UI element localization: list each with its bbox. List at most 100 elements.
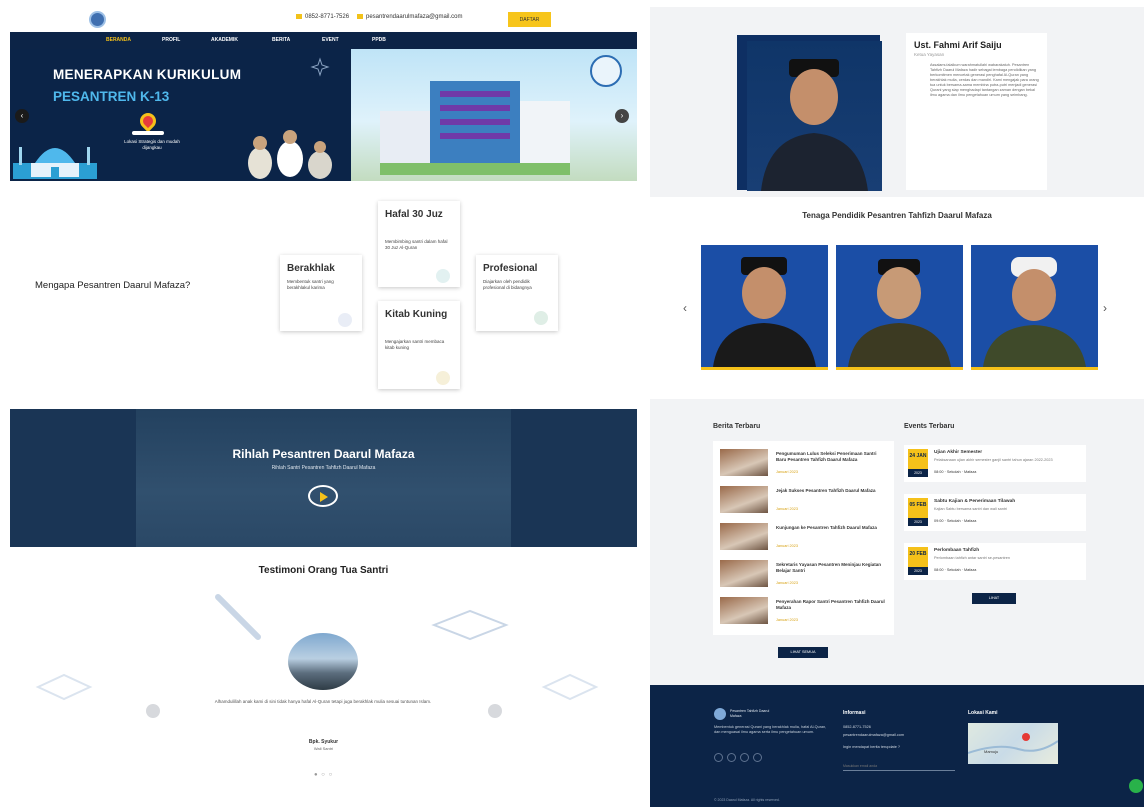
nav-item-profil[interactable]: PROFIL xyxy=(162,37,180,43)
testimonial-prev-button[interactable] xyxy=(146,704,160,718)
event-item[interactable]: 20 FEB 2023 Perlombaan Tahfizh Perlombaan… xyxy=(904,543,1086,580)
testimonial-title: Testimoni Orang Tua Santri xyxy=(258,565,389,576)
news-item[interactable]: Kunjungan ke Pesantren Tahfizh Daarul Ma… xyxy=(720,523,890,555)
nav-item-beranda[interactable]: BERANDA xyxy=(106,37,131,43)
news-item[interactable]: Penyerahan Rapor Santri Pesantren Tahfiz… xyxy=(720,597,890,629)
news-date: Januari 2023 xyxy=(776,544,798,548)
nav-item-ppdb[interactable]: PPDB xyxy=(372,37,386,43)
event-year: 2023 xyxy=(908,567,928,575)
location-pin-icon xyxy=(136,109,160,133)
news-item[interactable]: Sekretaris Yayasan Pesantren Meninjau Ke… xyxy=(720,560,890,592)
staff-prev-button[interactable]: ‹ xyxy=(683,301,687,315)
news-item[interactable]: Jejak Sukses Pesantren Tahfizh Daarul Ma… xyxy=(720,486,890,518)
staff-card[interactable] xyxy=(971,245,1098,370)
footer-logo-icon xyxy=(714,708,726,720)
event-day: 24 JAN xyxy=(909,453,927,459)
quran-icon xyxy=(436,269,450,283)
news-thumbnail xyxy=(720,560,768,587)
staff-next-button[interactable]: › xyxy=(1103,301,1107,315)
staff-card[interactable] xyxy=(701,245,828,370)
event-day: 20 FEB xyxy=(909,551,927,557)
teacher-icon xyxy=(534,311,548,325)
footer-phone[interactable]: 0852-8771-7526 xyxy=(843,725,871,729)
star-decoration-icon xyxy=(310,57,330,77)
main-nav: BERANDA PROFIL AKADEMIK BERITA EVENT PPD… xyxy=(10,32,637,49)
event-desc: Pelaksanaan ujian akhir semester ganjil … xyxy=(934,458,1053,462)
news-see-all-button[interactable]: LIHAT SEMUA xyxy=(778,647,828,658)
event-desc: Kajian Sabtu bersama santri dan wali san… xyxy=(934,507,1008,511)
footer-brand: Pesantren Tahfizh Daarul Mafaza xyxy=(730,709,770,718)
location-pin-base xyxy=(132,131,164,135)
testimonial-name: Bpk. Syukur xyxy=(308,739,339,745)
testimonial-next-button[interactable] xyxy=(488,704,502,718)
play-icon xyxy=(320,492,328,502)
news-title: Penyerahan Rapor Santri Pesantren Tahfiz… xyxy=(776,599,885,610)
nav-item-berita[interactable]: BERITA xyxy=(272,37,290,43)
news-date: Januari 2023 xyxy=(776,618,798,622)
footer-newsletter-question: Ingin mendapat berita terupdate ? xyxy=(843,745,900,749)
nav-item-akademik[interactable]: AKADEMIK xyxy=(211,37,238,43)
news-thumbnail xyxy=(720,523,768,550)
testimonial-quote: Alhamdulillah anak kami di sini tidak ha… xyxy=(214,699,432,704)
event-title: Ujian Akhir Semester xyxy=(934,450,983,455)
news-list: Pengumuman Lulus Seleksi Penerimaan Sant… xyxy=(713,441,894,635)
youtube-icon[interactable] xyxy=(753,753,762,762)
video-subtitle: Rihlah Santri Pesantren Tahfizh Daarul M… xyxy=(271,465,376,471)
top-bar: 0852-8771-7526 pesantrendaarulmafaza@gma… xyxy=(10,8,637,32)
feature-card-title: Kitab Kuning xyxy=(385,309,448,320)
whatsapp-chat-icon[interactable] xyxy=(1129,779,1143,793)
feature-card-title: Profesional xyxy=(483,263,538,274)
feature-card-berakhlak: Berakhlak Membentuk santri yang berakhla… xyxy=(280,255,362,331)
register-button[interactable]: DAFTAR xyxy=(508,12,551,27)
santri-illustration-icon xyxy=(248,130,332,179)
play-button[interactable] xyxy=(308,485,338,507)
news-item[interactable]: Pengumuman Lulus Seleksi Penerimaan Sant… xyxy=(720,449,890,481)
news-thumbnail xyxy=(720,449,768,476)
twitter-icon[interactable] xyxy=(727,753,736,762)
slider-next-button[interactable]: › xyxy=(615,109,629,123)
leader-message: Assalamu'alaikum warahmatullahi wabaraka… xyxy=(930,63,1039,97)
footer-email[interactable]: pesantrendaarulmafaza@gmail.com xyxy=(843,733,904,737)
slider-prev-button[interactable]: ‹ xyxy=(15,109,29,123)
events-see-all-button[interactable]: LIHAT xyxy=(972,593,1016,604)
page: 0852-8771-7526 pesantrendaarulmafaza@gma… xyxy=(0,0,1144,807)
news-thumbnail xyxy=(720,597,768,624)
leader-name: Ust. Fahmi Arif Saiju xyxy=(914,40,1002,50)
instagram-icon[interactable] xyxy=(740,753,749,762)
footer-copyright: © 2023 Daarul Mafaza. All rights reserve… xyxy=(714,798,780,802)
event-title: Perlombaan Tahfizh xyxy=(934,548,980,553)
testimonial-section: Testimoni Orang Tua Santri Alhamdulillah… xyxy=(10,547,637,807)
feature-card-profesional: Profesional Diajarkan oleh pendidik prof… xyxy=(476,255,558,331)
topbar-email[interactable]: pesantrendaarulmafaza@gmail.com xyxy=(357,14,462,20)
event-item[interactable]: 24 JAN 2023 Ujian Akhir Semester Pelaksan… xyxy=(904,445,1086,482)
akhlak-icon xyxy=(338,313,352,327)
newsletter-email-input[interactable] xyxy=(843,762,955,771)
footer-location-heading: Lokasi Kami xyxy=(968,710,998,716)
news-date: Januari 2023 xyxy=(776,507,798,511)
school-building-illustration xyxy=(380,81,570,175)
calendar-icon: 20 FEB 2023 xyxy=(908,547,928,575)
location-map[interactable]: Mamuju xyxy=(967,723,1059,764)
leader-photo xyxy=(747,41,882,191)
pencil-doodle-icon xyxy=(215,594,261,640)
facebook-icon[interactable] xyxy=(714,753,723,762)
event-year: 2023 xyxy=(908,518,928,526)
events-heading: Events Terbaru xyxy=(904,423,955,430)
site-logo-icon[interactable] xyxy=(89,11,106,28)
feature-card-desc: Membentuk santri yang berakhlakul karima xyxy=(287,279,334,290)
leader-role: Ketua Yayasan xyxy=(914,52,945,57)
video-section: Rihlah Pesantren Daarul Mafaza Rihlah Sa… xyxy=(10,409,637,547)
staff-section: Tenaga Pendidik Pesantren Tahfizh Daarul… xyxy=(650,197,1144,399)
staff-title: Tenaga Pendidik Pesantren Tahfizh Daarul… xyxy=(802,211,992,220)
hero-title: MENERAPKAN KURIKULUM xyxy=(53,67,242,82)
nav-item-event[interactable]: EVENT xyxy=(322,37,339,43)
staff-card[interactable] xyxy=(836,245,963,370)
testimonial-pagination[interactable]: ● ○ ○ xyxy=(314,772,333,778)
homepage-screenshot-right: Ust. Fahmi Arif Saiju Ketua Yayasan Assa… xyxy=(650,0,1144,807)
feature-card-hafal: Hafal 30 Juz Membimbing santri dalam haf… xyxy=(378,201,460,287)
feature-card-desc: Membimbing santri dalam hafal 30 Juz Al-… xyxy=(385,239,448,250)
event-item[interactable]: 05 FEB 2023 Sabtu Kajian & Penerimaan Til… xyxy=(904,494,1086,531)
leader-profile-section: Ust. Fahmi Arif Saiju Ketua Yayasan Assa… xyxy=(650,7,1144,197)
event-day: 05 FEB xyxy=(909,502,927,508)
topbar-phone[interactable]: 0852-8771-7526 xyxy=(296,14,349,20)
